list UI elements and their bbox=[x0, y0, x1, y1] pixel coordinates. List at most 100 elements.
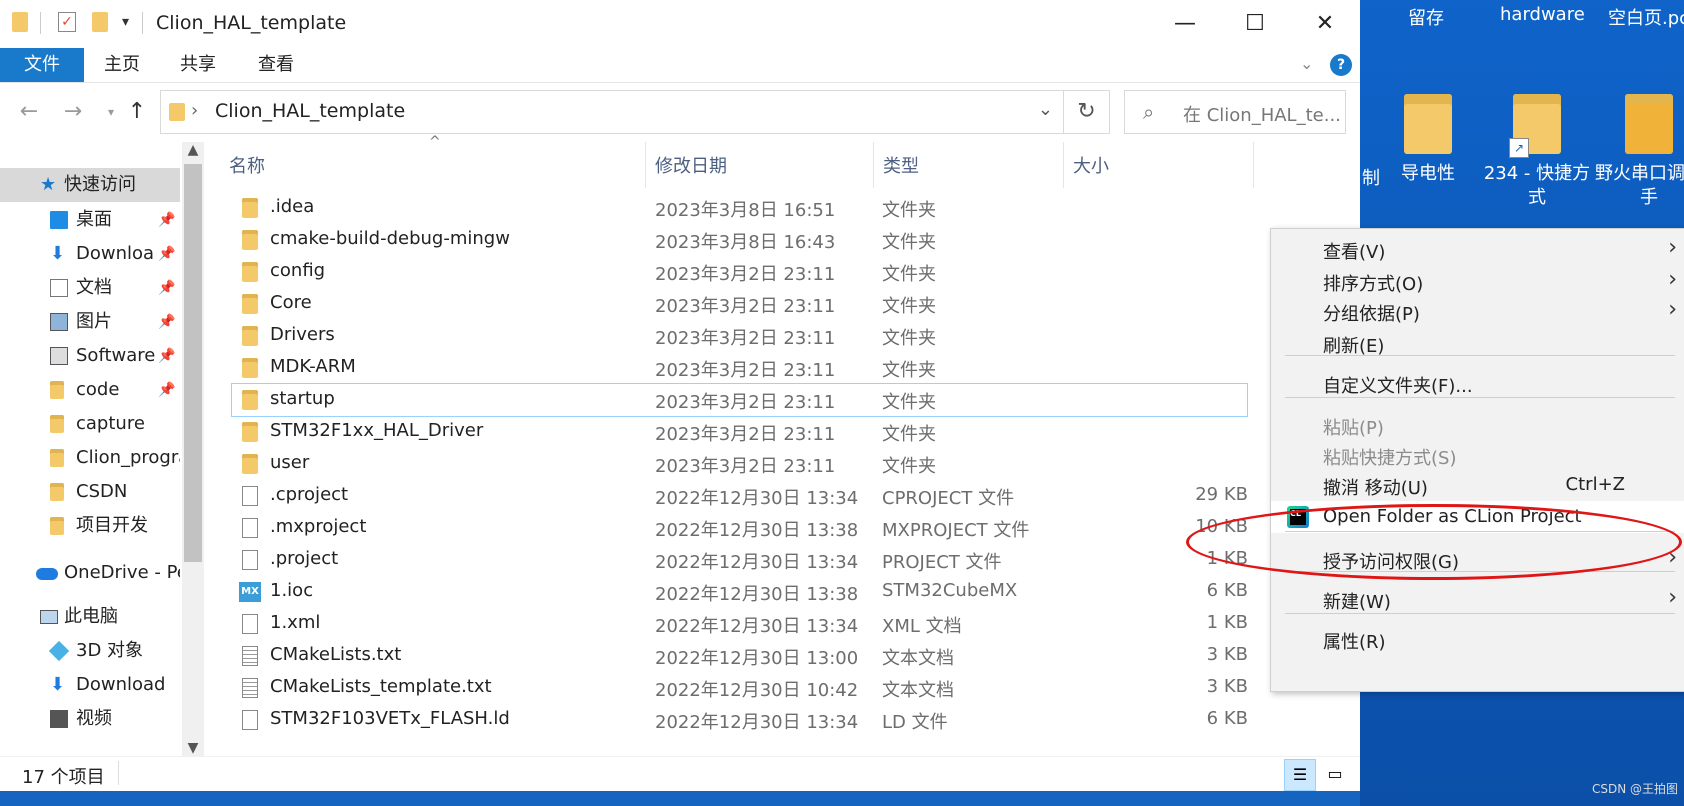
nav-item-clion-programs[interactable]: Clion_progra bbox=[0, 441, 180, 475]
column-divider[interactable] bbox=[1253, 142, 1254, 188]
scroll-up-icon[interactable]: ▲ bbox=[182, 142, 204, 158]
table-row[interactable]: STM32F1xx_HAL_Driver 2023年3月2日 23:11 文件夹 bbox=[232, 416, 1247, 448]
table-row[interactable]: .idea 2023年3月8日 16:51 文件夹 bbox=[232, 192, 1247, 224]
nav-label: 此电脑 bbox=[64, 606, 118, 627]
menu-item[interactable]: 自定义文件夹(F)... bbox=[1271, 367, 1684, 399]
table-row[interactable]: MDK-ARM 2023年3月2日 23:11 文件夹 bbox=[232, 352, 1247, 384]
tab-file[interactable]: 文件 bbox=[0, 48, 84, 82]
column-size[interactable]: 大小 bbox=[1073, 152, 1109, 178]
address-bar[interactable]: › Clion_HAL_template ⌄ bbox=[160, 90, 1064, 134]
new-folder-icon[interactable] bbox=[92, 12, 108, 32]
menu-item[interactable]: 粘贴(P) bbox=[1271, 409, 1684, 441]
tab-home[interactable]: 主页 bbox=[96, 48, 148, 82]
file-type: 文本文档 bbox=[882, 648, 954, 669]
nav-item-csdn[interactable]: CSDN bbox=[0, 475, 180, 509]
table-row[interactable]: cmake-build-debug-mingw 2023年3月8日 16:43 文件… bbox=[232, 224, 1247, 256]
expand-ribbon-icon[interactable]: ⌄ bbox=[1300, 54, 1313, 73]
desktop-icon[interactable]: ↗ 234 - 快捷方式 bbox=[1482, 94, 1592, 210]
search-icon: ⌕ bbox=[1143, 100, 1155, 124]
table-row[interactable]: .cproject 2022年12月30日 13:34 CPROJECT 文件 29 … bbox=[232, 480, 1248, 512]
nav-label: 视频 bbox=[76, 708, 112, 728]
tab-share[interactable]: 共享 bbox=[172, 48, 224, 82]
file-type: 文本文档 bbox=[882, 680, 954, 701]
shortcut-arrow-icon: ↗ bbox=[1509, 138, 1529, 158]
nav-item-capture[interactable]: capture bbox=[0, 407, 180, 441]
nav-item-pictures[interactable]: 图片 📌 bbox=[0, 305, 180, 339]
file-date: 2022年12月30日 10:42 bbox=[655, 680, 859, 701]
nav-item-documents[interactable]: 文档 📌 bbox=[0, 271, 180, 305]
folder-icon bbox=[242, 262, 258, 282]
file-date: 2022年12月30日 13:00 bbox=[655, 648, 859, 669]
file-icon bbox=[242, 550, 258, 570]
customize-qat-icon[interactable]: ▾ bbox=[122, 14, 129, 30]
menu-item[interactable]: 排序方式(O) › bbox=[1271, 265, 1684, 297]
column-name[interactable]: 名称 bbox=[229, 152, 265, 178]
column-divider[interactable] bbox=[873, 142, 874, 188]
menu-item[interactable]: 粘贴快捷方式(S) bbox=[1271, 439, 1684, 471]
table-row[interactable]: user 2023年3月2日 23:11 文件夹 bbox=[232, 448, 1247, 480]
nav-label: code bbox=[76, 379, 120, 400]
forward-button[interactable]: → bbox=[58, 92, 88, 132]
column-divider[interactable] bbox=[1063, 142, 1064, 188]
menu-item-label: 新建(W) bbox=[1323, 592, 1391, 613]
breadcrumb-chevron-icon[interactable]: › bbox=[191, 100, 198, 121]
table-row[interactable]: .project 2022年12月30日 13:34 PROJECT 文件 1 KB bbox=[232, 544, 1248, 576]
column-divider[interactable] bbox=[645, 142, 646, 188]
menu-item[interactable]: 撤消 移动(U) Ctrl+Z bbox=[1271, 469, 1684, 501]
up-button[interactable]: ↑ bbox=[122, 92, 152, 132]
minimize-button[interactable]: — bbox=[1150, 0, 1220, 48]
nav-item-3d-objects[interactable]: 3D 对象 bbox=[0, 634, 180, 668]
breadcrumb[interactable]: Clion_HAL_template bbox=[215, 100, 405, 122]
menu-item[interactable]: 查看(V) › bbox=[1271, 233, 1684, 265]
tab-view[interactable]: 查看 bbox=[250, 48, 302, 82]
menu-item[interactable]: 属性(R) bbox=[1271, 623, 1684, 655]
nav-scrollbar[interactable]: ▲ ▼ bbox=[182, 142, 204, 756]
table-row[interactable]: Core 2023年3月2日 23:11 文件夹 bbox=[232, 288, 1247, 320]
column-date[interactable]: 修改日期 bbox=[655, 152, 727, 178]
table-row[interactable]: .mxproject 2022年12月30日 13:38 MXPROJECT 文件 1… bbox=[232, 512, 1248, 544]
chevron-right-icon: › bbox=[1668, 267, 1677, 292]
properties-icon[interactable]: ✓ bbox=[58, 12, 76, 32]
table-row[interactable]: Drivers 2023年3月2日 23:11 文件夹 bbox=[232, 320, 1247, 352]
nav-quick-access[interactable]: ★ 快速访问 bbox=[0, 168, 180, 202]
nav-item-desktop[interactable]: 桌面 📌 bbox=[0, 203, 180, 237]
desktop-icon[interactable]: 导电性 bbox=[1373, 94, 1483, 186]
table-row[interactable]: STM32F103VETx_FLASH.ld 2022年12月30日 13:34 L… bbox=[232, 704, 1248, 736]
nav-item-this-pc[interactable]: 此电脑 bbox=[0, 600, 180, 634]
desktop-label[interactable]: 留存 bbox=[1408, 4, 1444, 30]
table-row[interactable]: CMakeLists_template.txt 2022年12月30日 10:42… bbox=[232, 672, 1248, 704]
nav-item-downloads[interactable]: ⬇ Downloa 📌 bbox=[0, 237, 180, 271]
desktop-label[interactable]: 空白页.pc bbox=[1608, 4, 1684, 30]
nav-item-software[interactable]: Software 📌 bbox=[0, 339, 180, 373]
table-row[interactable]: config 2023年3月2日 23:11 文件夹 bbox=[232, 256, 1247, 288]
table-row[interactable]: 1.xml 2022年12月30日 13:34 XML 文档 1 KB bbox=[232, 608, 1248, 640]
back-button[interactable]: ← bbox=[14, 92, 44, 132]
maximize-button[interactable]: ☐ bbox=[1220, 0, 1290, 48]
file-icon bbox=[242, 486, 258, 506]
refresh-button[interactable]: ↻ bbox=[1064, 90, 1110, 134]
desktop-icon[interactable]: 野火串口调助手 bbox=[1594, 94, 1684, 210]
table-row[interactable]: MX 1.ioc 2022年12月30日 13:38 STM32CubeMX 6 KB bbox=[232, 576, 1248, 608]
help-icon[interactable]: ? bbox=[1330, 54, 1352, 76]
nav-item-onedrive[interactable]: OneDrive - Pe bbox=[0, 556, 180, 590]
nav-item-projects[interactable]: 项目开发 bbox=[0, 509, 180, 543]
column-type[interactable]: 类型 bbox=[883, 152, 919, 178]
file-date: 2023年3月2日 23:11 bbox=[655, 296, 836, 317]
table-row[interactable]: startup 2023年3月2日 23:11 文件夹 bbox=[231, 383, 1248, 417]
chevron-down-icon[interactable]: ⌄ bbox=[1038, 99, 1053, 120]
menu-item[interactable]: 分组依据(P) › bbox=[1271, 295, 1684, 327]
large-icons-view-icon[interactable]: ▭ bbox=[1320, 759, 1350, 789]
menu-item[interactable]: 新建(W) › bbox=[1271, 583, 1684, 615]
desktop-label[interactable]: hardware bbox=[1500, 4, 1585, 25]
column-header: ^ 名称 修改日期 类型 大小 bbox=[205, 134, 1360, 188]
chevron-right-icon: › bbox=[1668, 297, 1677, 322]
scroll-down-icon[interactable]: ▼ bbox=[182, 740, 204, 756]
nav-item-download[interactable]: ⬇ Download bbox=[0, 668, 180, 702]
search-input[interactable]: ⌕ 在 Clion_HAL_te... bbox=[1124, 90, 1346, 134]
details-view-icon[interactable]: ☰ bbox=[1284, 759, 1316, 791]
nav-item-videos[interactable]: 视频 bbox=[0, 702, 180, 728]
nav-item-code[interactable]: code 📌 bbox=[0, 373, 180, 407]
scroll-thumb[interactable] bbox=[184, 164, 202, 562]
close-button[interactable]: ✕ bbox=[1290, 0, 1360, 48]
table-row[interactable]: CMakeLists.txt 2022年12月30日 13:00 文本文档 3 KB bbox=[232, 640, 1248, 672]
